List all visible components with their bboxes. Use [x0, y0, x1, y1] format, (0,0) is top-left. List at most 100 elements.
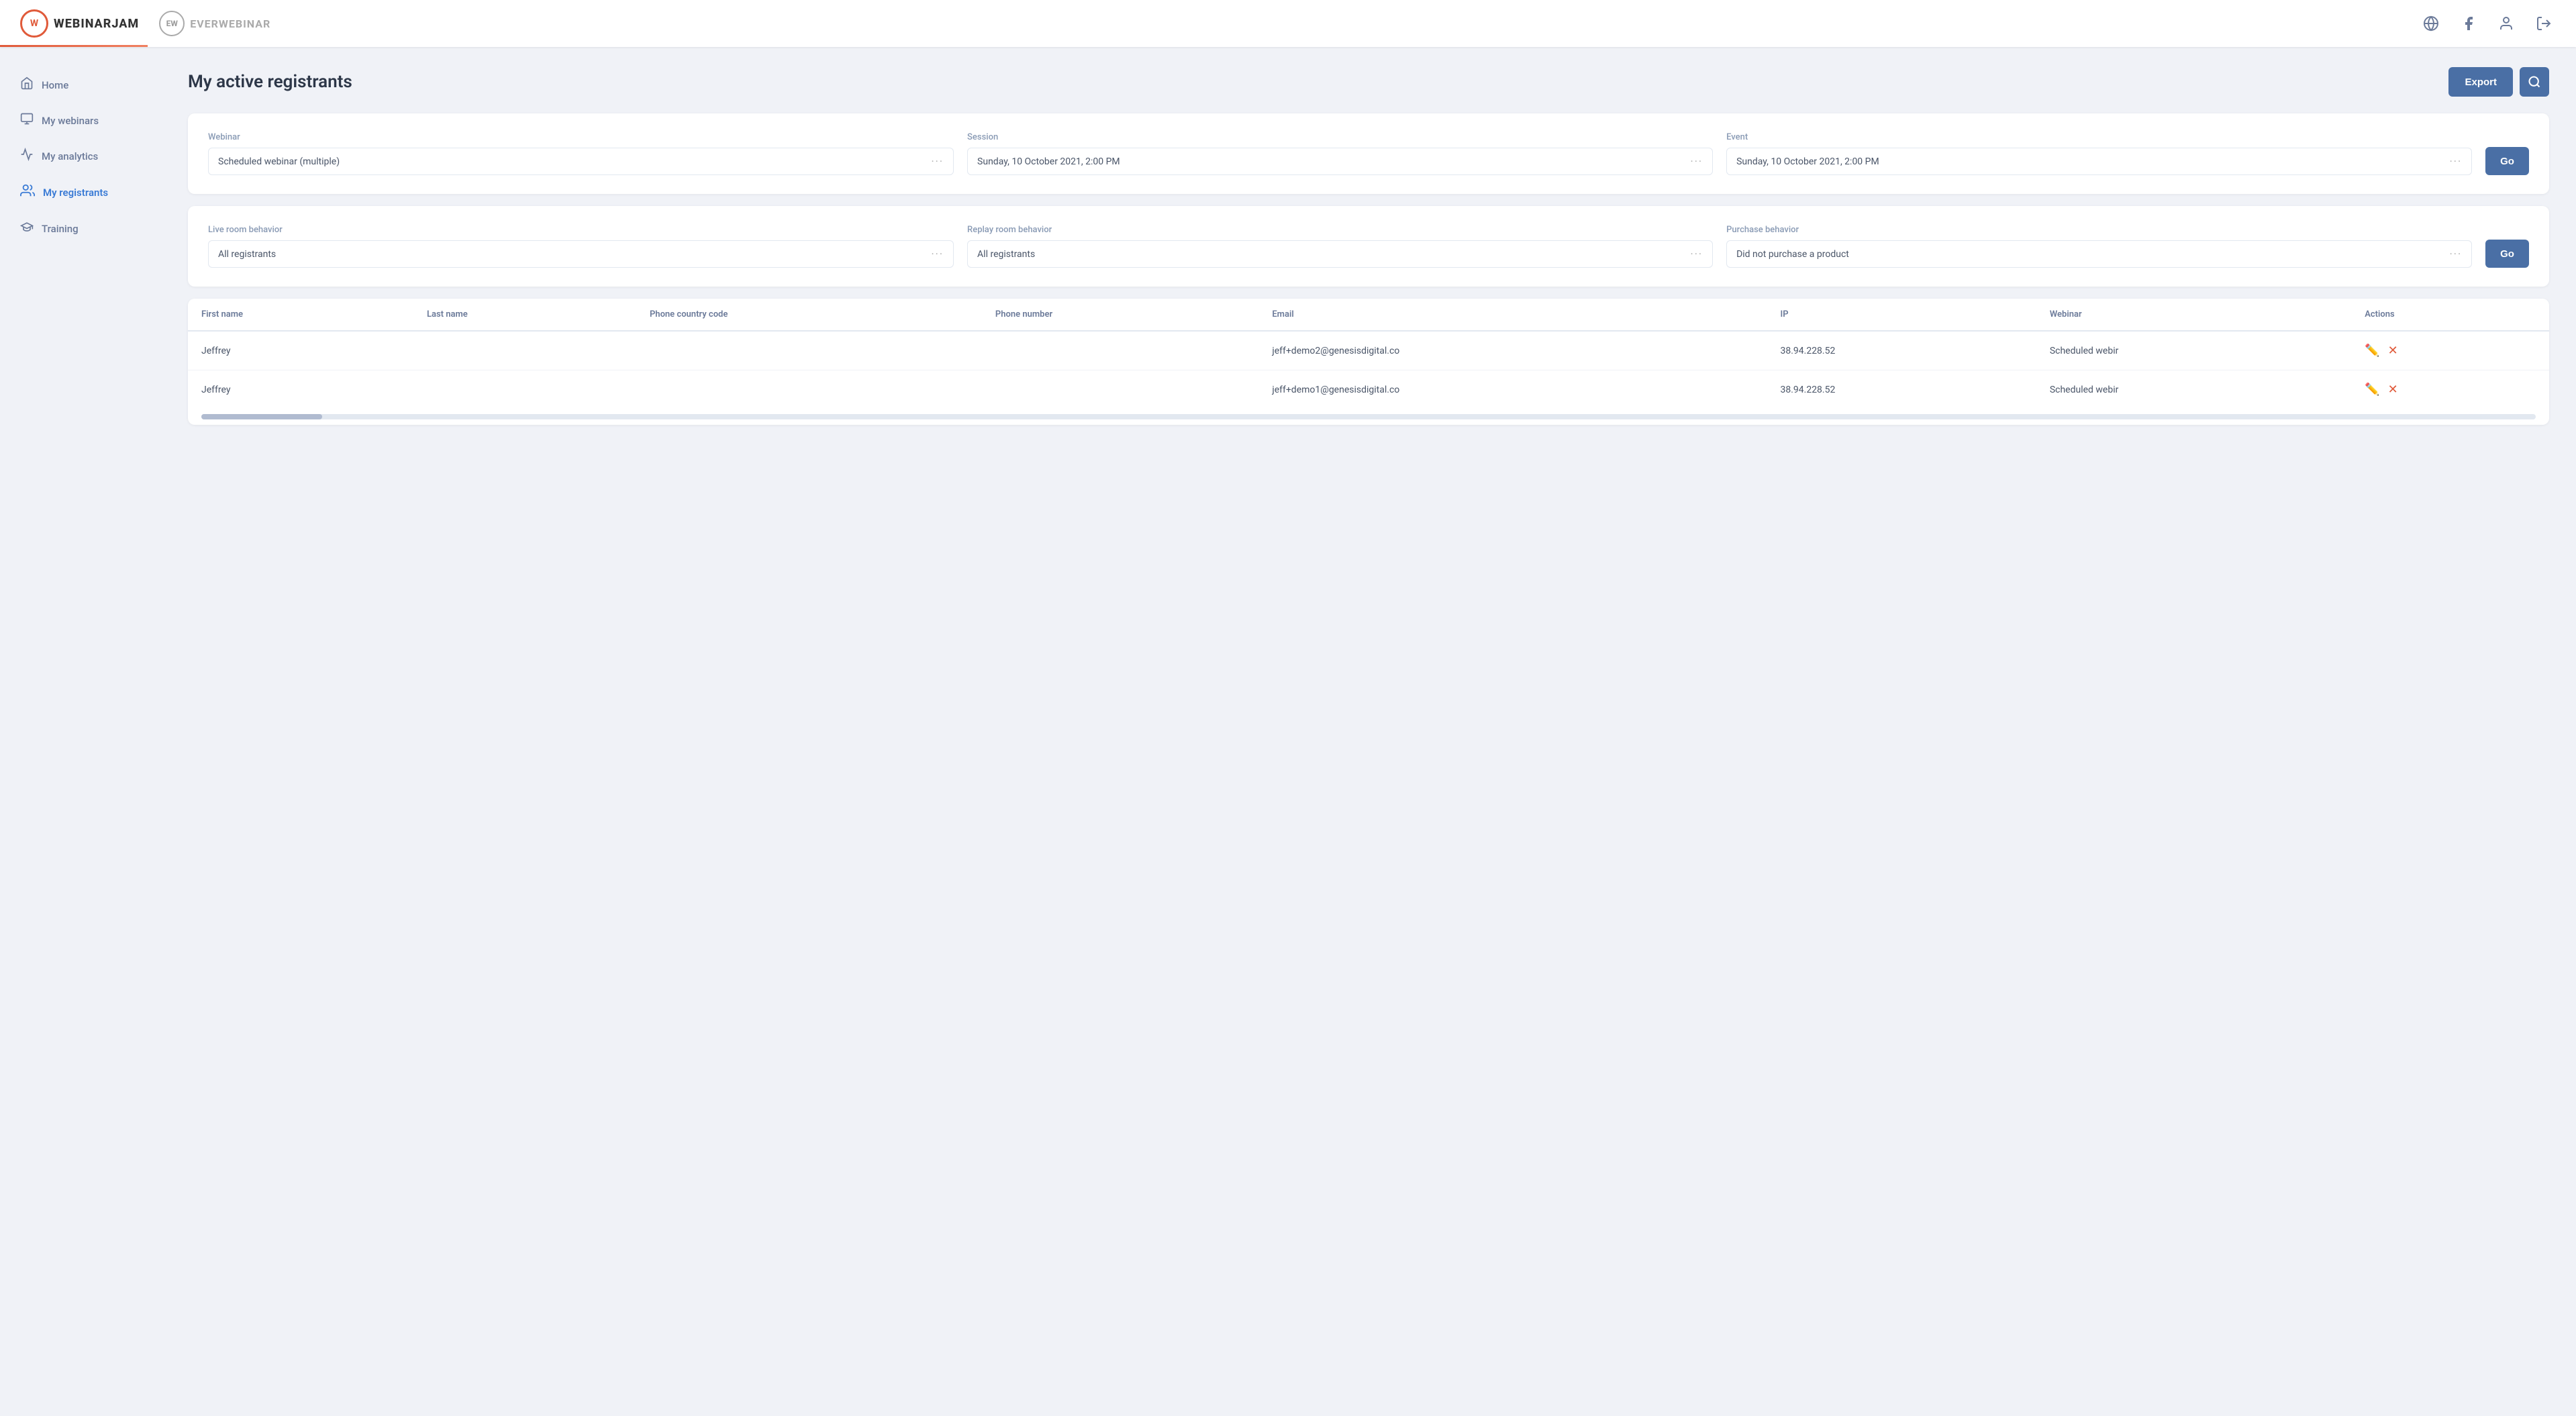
- delete-icon[interactable]: ✕: [2388, 383, 2398, 397]
- webinar-select[interactable]: Scheduled webinar (multiple) ···: [208, 148, 954, 175]
- registrants-table: First name Last name Phone country code …: [188, 299, 2549, 409]
- event-value: Sunday, 10 October 2021, 2:00 PM: [1736, 156, 1879, 167]
- session-filter-group: Session Sunday, 10 October 2021, 2:00 PM…: [967, 132, 1713, 175]
- col-webinar: Webinar: [2036, 299, 2351, 331]
- col-first-name: First name: [188, 299, 413, 331]
- sidebar-item-analytics[interactable]: My analytics: [0, 138, 161, 174]
- registrants-icon: [20, 183, 35, 201]
- cell-email: jeff+demo1@genesisdigital.co: [1258, 370, 1767, 409]
- filter-row-1: Webinar Scheduled webinar (multiple) ···…: [208, 132, 2529, 175]
- scrollbar-track: [201, 414, 2536, 419]
- purchase-filter-group: Purchase behavior Did not purchase a pro…: [1726, 225, 2472, 268]
- cell-phone-number: [982, 370, 1258, 409]
- header-actions: Export: [2448, 67, 2549, 97]
- table-row: Jeffrey jeff+demo1@genesisdigital.co 38.…: [188, 370, 2549, 409]
- event-filter-group: Event Sunday, 10 October 2021, 2:00 PM ·…: [1726, 132, 2472, 175]
- main-content: My active registrants Export Webinar: [161, 47, 2576, 1416]
- page-header: My active registrants Export: [188, 67, 2549, 97]
- scrollbar-thumb[interactable]: [201, 414, 322, 419]
- col-email: Email: [1258, 299, 1767, 331]
- table-header: First name Last name Phone country code …: [188, 299, 2549, 331]
- webinar-label: Webinar: [208, 132, 954, 142]
- monitor-icon: [20, 112, 34, 129]
- event-label: Event: [1726, 132, 2472, 142]
- replay-label: Replay room behavior: [967, 225, 1713, 235]
- export-button[interactable]: Export: [2448, 67, 2513, 97]
- replay-select[interactable]: All registrants ···: [967, 240, 1713, 268]
- filter-row-2: Live room behavior All registrants ··· R…: [208, 225, 2529, 268]
- edit-icon[interactable]: ✏️: [2365, 344, 2379, 358]
- training-icon: [20, 220, 34, 237]
- cell-last-name: [413, 370, 636, 409]
- sidebar-label-analytics: My analytics: [42, 150, 98, 162]
- sidebar-item-home[interactable]: Home: [0, 67, 161, 103]
- sidebar-item-webinars[interactable]: My webinars: [0, 103, 161, 138]
- webinar-dots: ···: [932, 155, 944, 168]
- ew-logo-circle: EW: [159, 11, 185, 36]
- app-header: W WEBINARJAM EW EVERWEBINAR: [0, 0, 2576, 47]
- purchase-select[interactable]: Did not purchase a product ···: [1726, 240, 2472, 268]
- replay-value: All registrants: [977, 249, 1035, 260]
- delete-icon[interactable]: ✕: [2388, 344, 2398, 358]
- sidebar-item-training[interactable]: Training: [0, 211, 161, 246]
- facebook-icon[interactable]: [2457, 11, 2481, 36]
- table-row: Jeffrey jeff+demo2@genesisdigital.co 38.…: [188, 331, 2549, 370]
- col-phone-country: Phone country code: [636, 299, 982, 331]
- session-label: Session: [967, 132, 1713, 142]
- purchase-label: Purchase behavior: [1726, 225, 2472, 235]
- cell-phone-number: [982, 331, 1258, 370]
- purchase-value: Did not purchase a product: [1736, 249, 1849, 260]
- cell-actions: ✏️ ✕: [2351, 370, 2549, 409]
- cell-webinar: Scheduled webir: [2036, 331, 2351, 370]
- header-logos: W WEBINARJAM EW EVERWEBINAR: [20, 9, 270, 38]
- table-body: Jeffrey jeff+demo2@genesisdigital.co 38.…: [188, 331, 2549, 409]
- webinarjam-logo[interactable]: W WEBINARJAM: [20, 9, 139, 38]
- replay-dots: ···: [1691, 248, 1703, 260]
- webinar-filter-group: Webinar Scheduled webinar (multiple) ···: [208, 132, 954, 175]
- wj-logo-circle: W: [20, 9, 48, 38]
- sidebar-label-webinars: My webinars: [42, 115, 99, 127]
- live-select[interactable]: All registrants ···: [208, 240, 954, 268]
- search-button[interactable]: [2520, 67, 2549, 97]
- header-icons: [2419, 11, 2556, 36]
- go-button-1[interactable]: Go: [2485, 147, 2529, 175]
- live-label: Live room behavior: [208, 225, 954, 235]
- cell-actions: ✏️ ✕: [2351, 331, 2549, 370]
- go-button-2[interactable]: Go: [2485, 240, 2529, 268]
- sidebar: Home My webinars My analytics: [0, 47, 161, 1416]
- sidebar-label-training: Training: [42, 223, 79, 235]
- live-dots: ···: [932, 248, 944, 260]
- everwebinar-logo[interactable]: EW EVERWEBINAR: [159, 11, 270, 36]
- cell-ip: 38.94.228.52: [1767, 331, 2036, 370]
- event-select[interactable]: Sunday, 10 October 2021, 2:00 PM ···: [1726, 148, 2472, 175]
- filter-card-2: Live room behavior All registrants ··· R…: [188, 206, 2549, 287]
- edit-icon[interactable]: ✏️: [2365, 383, 2379, 397]
- cell-email: jeff+demo2@genesisdigital.co: [1258, 331, 1767, 370]
- cell-last-name: [413, 331, 636, 370]
- ew-logo-text: EVERWEBINAR: [190, 17, 270, 30]
- cell-webinar: Scheduled webir: [2036, 370, 2351, 409]
- page-title: My active registrants: [188, 72, 352, 92]
- home-icon: [20, 77, 34, 93]
- table-wrapper: First name Last name Phone country code …: [188, 299, 2549, 409]
- session-value: Sunday, 10 October 2021, 2:00 PM: [977, 156, 1120, 167]
- webinar-value: Scheduled webinar (multiple): [218, 156, 340, 167]
- purchase-dots: ···: [2450, 248, 2463, 260]
- sidebar-label-registrants: My registrants: [43, 187, 108, 199]
- col-phone-number: Phone number: [982, 299, 1258, 331]
- filter-card-1: Webinar Scheduled webinar (multiple) ···…: [188, 113, 2549, 194]
- cell-ip: 38.94.228.52: [1767, 370, 2036, 409]
- globe-icon[interactable]: [2419, 11, 2443, 36]
- cell-phone-country: [636, 370, 982, 409]
- user-icon[interactable]: [2494, 11, 2518, 36]
- logout-icon[interactable]: [2532, 11, 2556, 36]
- sidebar-item-registrants[interactable]: My registrants: [0, 174, 161, 211]
- wj-logo-text: WEBINARJAM: [54, 17, 139, 31]
- sidebar-label-home: Home: [42, 79, 68, 91]
- session-dots: ···: [1691, 155, 1703, 168]
- session-select[interactable]: Sunday, 10 October 2021, 2:00 PM ···: [967, 148, 1713, 175]
- col-last-name: Last name: [413, 299, 636, 331]
- event-dots: ···: [2450, 155, 2463, 168]
- live-value: All registrants: [218, 249, 276, 260]
- live-filter-group: Live room behavior All registrants ···: [208, 225, 954, 268]
